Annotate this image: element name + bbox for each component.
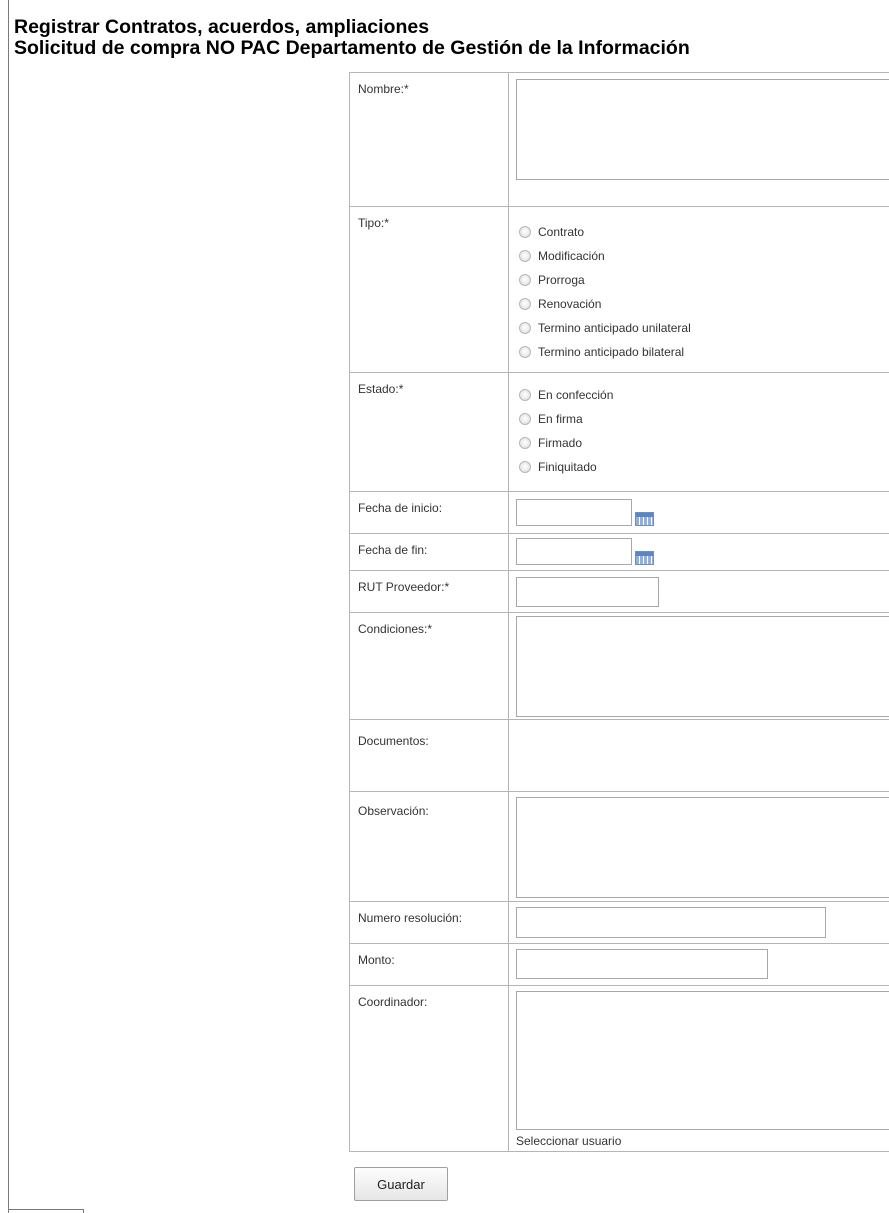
documentos-label: Documentos:: [349, 719, 509, 792]
radio-button[interactable]: [519, 250, 531, 262]
radio-button[interactable]: [519, 226, 531, 238]
tipo-option-termino-bilateral[interactable]: Termino anticipado bilateral: [519, 340, 889, 364]
radio-button[interactable]: [519, 298, 531, 310]
radio-label: En confección: [538, 388, 614, 402]
form-row-documentos: Documentos:: [349, 719, 889, 792]
rut-input[interactable]: [516, 577, 659, 607]
rut-cell: [508, 570, 889, 613]
fecha-inicio-cell: [508, 491, 889, 534]
radio-button[interactable]: [519, 437, 531, 449]
page-title: Registrar Contratos, acuerdos, ampliacio…: [14, 16, 430, 38]
monto-label: Monto:: [349, 943, 509, 986]
radio-button[interactable]: [519, 346, 531, 358]
radio-button[interactable]: [519, 322, 531, 334]
radio-button[interactable]: [519, 274, 531, 286]
estado-radio-group: En confección En firma Firmado Finiquita…: [509, 373, 889, 479]
numero-resolucion-input[interactable]: [516, 907, 826, 938]
condiciones-label: Condiciones:*: [349, 612, 509, 720]
form-row-observacion: Observación:: [349, 791, 889, 902]
nombre-textarea[interactable]: [516, 79, 889, 180]
fecha-fin-wrap: [509, 534, 889, 565]
radio-label: Renovación: [538, 297, 602, 311]
tipo-option-prorroga[interactable]: Prorroga: [519, 268, 889, 292]
tipo-cell: Contrato Modificación Prorroga Renovació…: [508, 206, 889, 373]
fecha-fin-cell: [508, 533, 889, 571]
monto-cell: [508, 943, 889, 986]
tipo-label: Tipo:*: [349, 206, 509, 373]
seleccionar-usuario-link[interactable]: Seleccionar usuario: [516, 1134, 621, 1148]
radio-label: Finiquitado: [538, 460, 597, 474]
radio-label: Firmado: [538, 436, 583, 450]
tipo-option-renovacion[interactable]: Renovación: [519, 292, 889, 316]
form-row-fecha-fin: Fecha de fin:: [349, 533, 889, 571]
tipo-option-modificacion[interactable]: Modificación: [519, 244, 889, 268]
page-subtitle: Solicitud de compra NO PAC Departamento …: [14, 37, 690, 59]
radio-label: Contrato: [538, 225, 585, 239]
nombre-cell: [508, 72, 889, 207]
tipo-option-termino-unilateral[interactable]: Termino anticipado unilateral: [519, 316, 889, 340]
numero-resolucion-label: Numero resolución:: [349, 901, 509, 944]
fecha-fin-label: Fecha de fin:: [349, 533, 509, 571]
estado-option-en-firma[interactable]: En firma: [519, 407, 889, 431]
estado-option-firmado[interactable]: Firmado: [519, 431, 889, 455]
tipo-radio-group: Contrato Modificación Prorroga Renovació…: [509, 207, 889, 364]
nombre-label: Nombre:*: [349, 72, 509, 207]
radio-button[interactable]: [519, 389, 531, 401]
radio-label: En firma: [538, 412, 583, 426]
radio-button[interactable]: [519, 413, 531, 425]
estado-option-confeccion[interactable]: En confección: [519, 383, 889, 407]
coordinador-cell: Seleccionar usuario: [508, 985, 889, 1152]
fecha-inicio-wrap: [509, 492, 889, 526]
tipo-option-contrato[interactable]: Contrato: [519, 220, 889, 244]
form-row-rut: RUT Proveedor:*: [349, 570, 889, 613]
contract-form: Nombre:* Tipo:* Contrato Modificación Pr…: [349, 72, 889, 1152]
condiciones-textarea[interactable]: [516, 616, 889, 717]
estado-cell: En confección En firma Firmado Finiquita…: [508, 372, 889, 492]
observacion-textarea[interactable]: [516, 797, 889, 898]
form-row-numero-resolucion: Numero resolución:: [349, 901, 889, 944]
estado-label: Estado:*: [349, 372, 509, 492]
fecha-inicio-label: Fecha de inicio:: [349, 491, 509, 534]
numero-resolucion-cell: [508, 901, 889, 944]
radio-label: Termino anticipado bilateral: [538, 345, 685, 359]
fecha-inicio-input[interactable]: [516, 499, 632, 526]
form-row-nombre: Nombre:*: [349, 72, 889, 207]
page-header: Registrar Contratos, acuerdos, ampliacio…: [14, 17, 690, 59]
form-row-condiciones: Condiciones:*: [349, 612, 889, 720]
calendar-icon[interactable]: [635, 512, 654, 526]
form-row-fecha-inicio: Fecha de inicio:: [349, 491, 889, 534]
coordinador-label: Coordinador:: [349, 985, 509, 1152]
rut-label: RUT Proveedor:*: [349, 570, 509, 613]
monto-input[interactable]: [516, 949, 768, 979]
bottom-frame-edge: [8, 1209, 84, 1213]
condiciones-cell: [508, 612, 889, 720]
form-row-coordinador: Coordinador: Seleccionar usuario: [349, 985, 889, 1152]
observacion-label: Observación:: [349, 791, 509, 902]
form-row-monto: Monto:: [349, 943, 889, 986]
save-button[interactable]: Guardar: [354, 1167, 448, 1201]
calendar-icon[interactable]: [635, 551, 654, 565]
radio-button[interactable]: [519, 461, 531, 473]
coordinador-list[interactable]: [516, 991, 889, 1130]
radio-label: Prorroga: [538, 273, 585, 287]
form-row-estado: Estado:* En confección En firma Firmado …: [349, 372, 889, 492]
estado-option-finiquitado[interactable]: Finiquitado: [519, 455, 889, 479]
radio-label: Termino anticipado unilateral: [538, 321, 691, 335]
documentos-cell: [508, 719, 889, 792]
observacion-cell: [508, 791, 889, 902]
fecha-fin-input[interactable]: [516, 538, 632, 565]
radio-label: Modificación: [538, 249, 605, 263]
seleccionar-usuario-wrap: Seleccionar usuario: [509, 1130, 889, 1148]
form-row-tipo: Tipo:* Contrato Modificación Prorroga Re…: [349, 206, 889, 373]
